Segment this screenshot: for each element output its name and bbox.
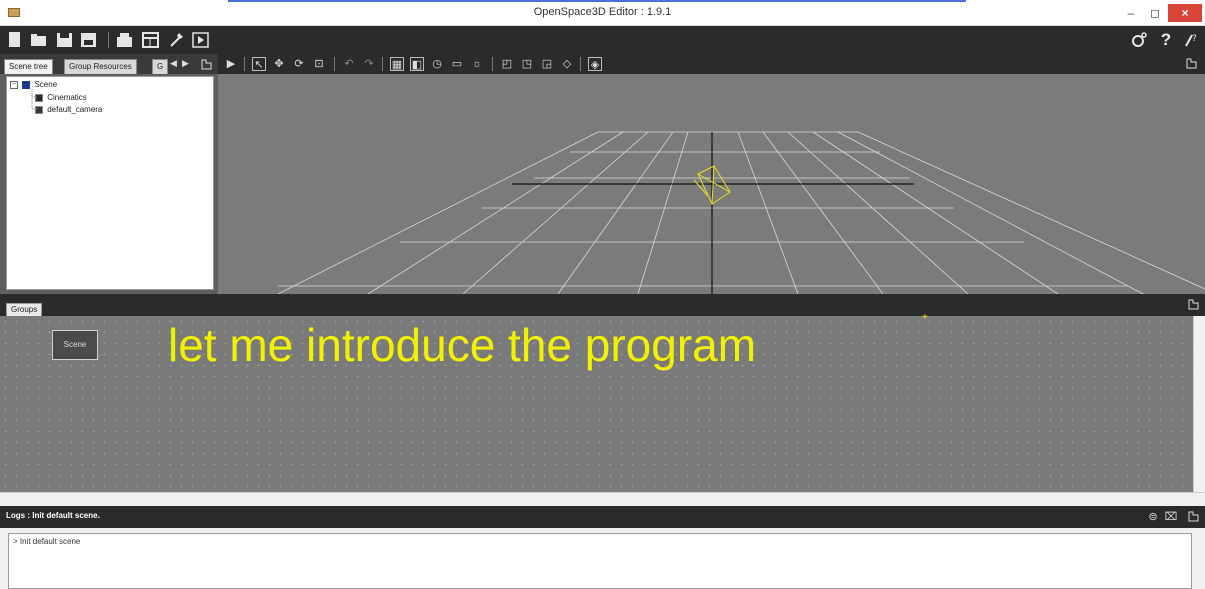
svg-text:?: ? (1192, 34, 1197, 44)
title-bar: OpenSpace3D Editor : 1.9.1 – ◻ × (0, 0, 1205, 26)
main-toolbar: ? ? (0, 26, 1205, 54)
settings-icon[interactable] (1130, 31, 1148, 49)
scene-tree-panel: Scene tree Group Resources G ◀ ▶ − Scene… (0, 54, 218, 294)
import-icon[interactable] (116, 31, 134, 49)
wizard-icon[interactable] (168, 31, 186, 49)
groups-dock-icon[interactable] (1186, 298, 1200, 312)
toolbar-separator (334, 57, 335, 71)
play-mode-icon[interactable]: ▶ (224, 57, 238, 71)
close-button[interactable]: × (1168, 4, 1202, 22)
toolbar-separator (244, 57, 245, 71)
solid-view-icon[interactable]: ◧ (410, 57, 424, 71)
ground-grid (277, 131, 1205, 294)
tab-group-resources[interactable]: Group Resources (64, 59, 137, 74)
left-tabs: Scene tree Group Resources G ◀ ▶ (0, 54, 218, 74)
save-as-icon[interactable] (80, 31, 98, 49)
tab-scene-tree[interactable]: Scene tree (4, 59, 53, 74)
groups-horizontal-scrollbar[interactable] (0, 492, 1205, 506)
side-view-icon[interactable]: ◳ (520, 57, 534, 71)
tree-label-default-camera: default_camera (47, 105, 103, 114)
viewport-toolbar: ▶ ↖ ✥ ⟳ ⊡ ↶ ↷ ▦ ◧ ◷ ▭ ☼ ◰ ◳ ◲ ◇ ◈ (218, 54, 1205, 74)
copy-logs-icon[interactable]: ⌧ (1164, 510, 1178, 524)
tree-lines (31, 89, 37, 110)
tab-scroll-left-icon[interactable]: ◀ (170, 58, 177, 69)
maximize-button[interactable]: ◻ (1144, 4, 1166, 22)
groups-header: Groups (0, 294, 1205, 316)
logs-output[interactable]: > Init default scene (8, 533, 1192, 589)
crosshair-cursor-icon: + (922, 312, 928, 323)
camera-view-icon[interactable]: ▭ (450, 57, 464, 71)
logs-dock-icon[interactable] (1186, 510, 1200, 524)
shield-icon[interactable]: ◈ (588, 57, 602, 71)
tab-scroll-right-icon[interactable]: ▶ (182, 58, 189, 69)
toolbar-separator (580, 57, 581, 71)
save-icon[interactable] (56, 31, 74, 49)
tab-groups[interactable]: Groups (6, 303, 43, 316)
light-icon[interactable]: ☼ (470, 57, 484, 71)
panel-dock-icon[interactable] (200, 58, 212, 72)
groups-vertical-scrollbar[interactable] (1193, 316, 1205, 492)
toolbar-separator (382, 57, 383, 71)
scene-group-node[interactable]: Scene (52, 330, 98, 360)
minimize-button[interactable]: – (1120, 4, 1142, 22)
help-icon[interactable]: ? (1157, 31, 1175, 49)
rotate-icon[interactable]: ⟳ (292, 57, 306, 71)
title-highlight (228, 0, 966, 2)
video-caption: let me introduce the program (168, 319, 757, 371)
window-title: OpenSpace3D Editor : 1.9.1 (533, 6, 672, 18)
move-icon[interactable]: ✥ (272, 57, 286, 71)
calendar-icon[interactable] (142, 31, 160, 49)
grid-toggle-icon[interactable]: ▦ (390, 57, 404, 71)
tab-g[interactable]: G (152, 59, 169, 74)
top-view-icon[interactable]: ◲ (540, 57, 554, 71)
scene-tree: − Scene Cinematics default_camera (6, 76, 214, 290)
redo-icon[interactable]: ↷ (362, 57, 376, 71)
open-folder-icon[interactable] (30, 31, 48, 49)
undo-icon[interactable]: ↶ (342, 57, 356, 71)
viewport-dock-icon[interactable] (1184, 57, 1198, 71)
tree-label-cinematics: Cinematics (47, 93, 87, 102)
clock-icon[interactable]: ◷ (430, 57, 444, 71)
3d-viewport[interactable] (218, 74, 1205, 294)
toolbar-separator (492, 57, 493, 71)
toolbar-separator (108, 32, 109, 48)
perspective-icon[interactable]: ◇ (560, 57, 574, 71)
about-icon[interactable]: ? (1182, 31, 1200, 49)
select-icon[interactable]: ↖ (252, 57, 266, 71)
play-icon[interactable] (192, 31, 210, 49)
new-file-icon[interactable] (6, 31, 24, 49)
scale-icon[interactable]: ⊡ (312, 57, 326, 71)
logs-header: Logs : Init default scene. ⊜ ⌧ (0, 506, 1205, 528)
logs-title: Logs : Init default scene. (6, 511, 100, 520)
front-view-icon[interactable]: ◰ (500, 57, 514, 71)
clear-logs-icon[interactable]: ⊜ (1146, 510, 1160, 524)
